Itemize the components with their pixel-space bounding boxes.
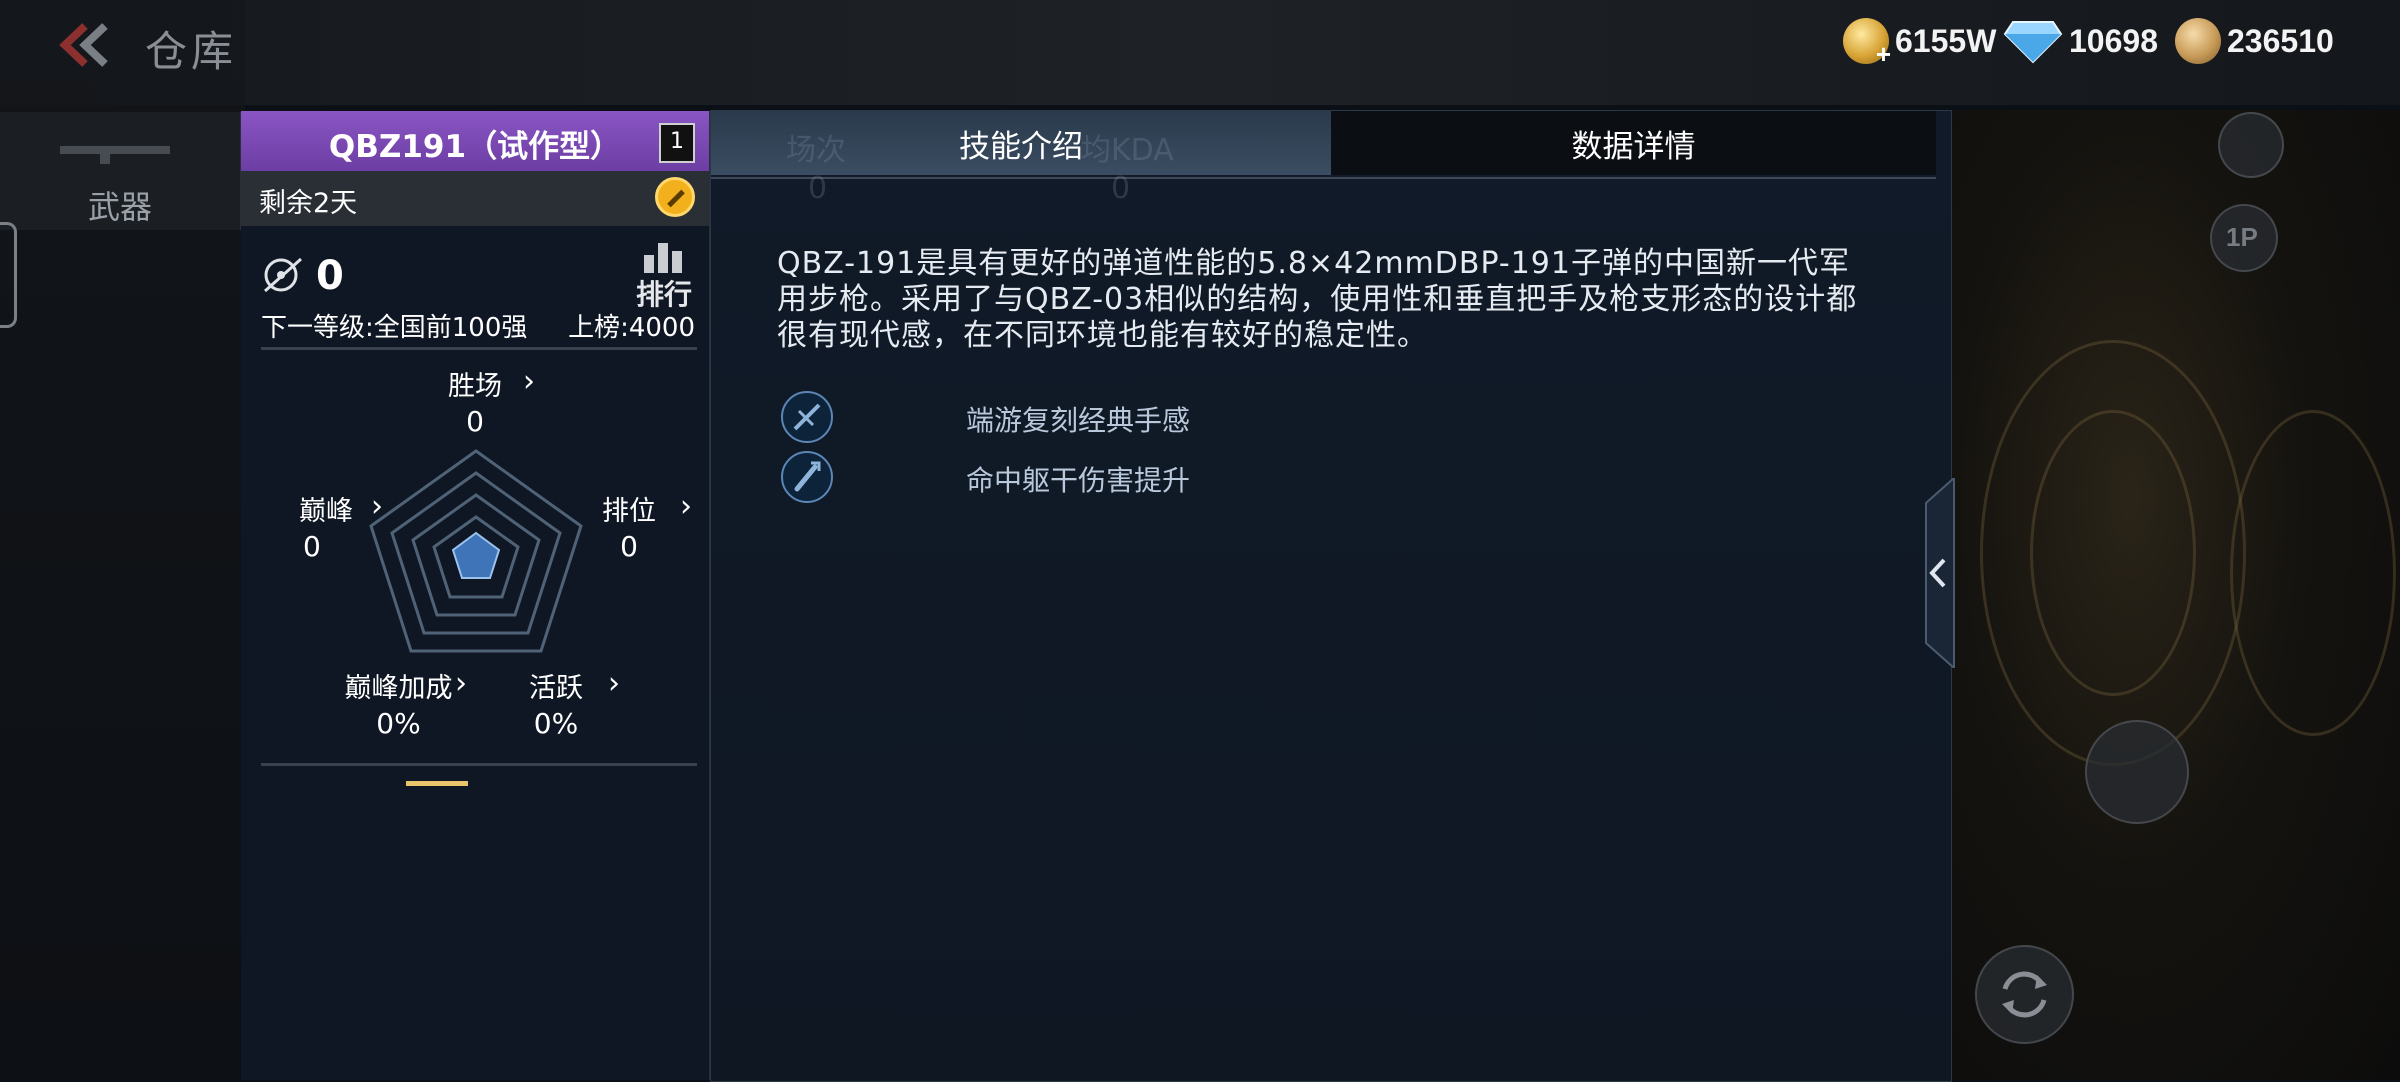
page-indicator <box>406 781 468 786</box>
ghost-stat-value: 0 <box>808 171 828 206</box>
ranking-button[interactable]: 排行 <box>636 243 692 311</box>
target-ring <box>2230 410 2396 736</box>
ranking-bars-icon <box>644 243 682 273</box>
weapon-name: QBZ191（试作型） <box>328 129 622 165</box>
tab-data-details[interactable]: 数据详情 <box>1331 111 1936 175</box>
weapon-info-panel: QBZ191（试作型） 1 剩余2天 0 排行 下一等级:全国前100强 上榜:… <box>241 111 710 1080</box>
bronze-amount: 236510 <box>2227 22 2334 59</box>
stat-ranked[interactable]: 排位 0 › <box>594 489 692 563</box>
chevron-right-icon: › <box>455 666 467 701</box>
bullet-skill-icon <box>781 451 833 503</box>
stat-value: 0 <box>466 405 484 438</box>
detail-panel: 技能介绍 数据详情 场次 0 均KDA 0 QBZ-191是具有更好的弹道性能的… <box>710 110 1952 1082</box>
stat-wins[interactable]: 胜场 0 › <box>441 364 535 438</box>
radar-chart <box>369 449 583 653</box>
remaining-time: 剩余2天 <box>259 188 358 219</box>
remaining-time-bar: 剩余2天 <box>241 171 709 226</box>
diamond-icon <box>2003 21 2063 64</box>
kill-count: 0 <box>316 253 344 299</box>
on-board-text: 上榜:4000 <box>568 313 695 343</box>
chevron-right-icon: › <box>680 489 692 524</box>
next-level-text: 下一等级:全国前100强 <box>261 313 528 343</box>
stat-peak[interactable]: 巅峰 0 › <box>291 489 383 563</box>
ghost-stat-label: 均KDA <box>1081 133 1174 168</box>
radar-value-shape <box>451 531 501 579</box>
medal-icon[interactable] <box>655 177 695 217</box>
skill-text: 端游复刻经典手感 <box>966 404 1191 437</box>
side-drawer-handle[interactable] <box>0 222 17 328</box>
back-button[interactable] <box>55 20 115 70</box>
stat-label: 活跃 <box>529 673 583 704</box>
stat-label: 巅峰加成 <box>344 673 453 704</box>
bronze-currency[interactable]: 236510 <box>2175 18 2334 64</box>
bronze-coin-icon <box>2175 18 2221 64</box>
kill-count-icon <box>264 257 302 293</box>
view-1p-button[interactable]: 1P <box>2210 204 2278 272</box>
skill-text: 命中躯干伤害提升 <box>966 464 1191 497</box>
stat-label: 巅峰 <box>299 496 353 527</box>
stat-value: 0% <box>533 707 579 740</box>
weapon-description: QBZ-191是具有更好的弹道性能的5.8×42mmDBP-191子弹的中国新一… <box>777 246 1858 353</box>
view-1p-icon: 1P <box>2226 222 2258 252</box>
weapon-header: QBZ191（试作型） 1 <box>241 111 709 171</box>
tab-bar: 技能介绍 数据详情 <box>711 111 1936 179</box>
collapse-panel-button[interactable] <box>1920 478 1956 668</box>
tab-label: 技能介绍 <box>959 128 1083 165</box>
sidebar-item-weapons[interactable]: 武器 <box>0 112 241 230</box>
page-title: 仓库 <box>145 27 238 76</box>
weapon-level-badge: 1 <box>659 123 695 163</box>
ghost-stat-value: 0 <box>1111 171 1131 206</box>
gold-currency[interactable]: 6155W <box>1843 18 1997 70</box>
switch-icon <box>2002 971 2047 1018</box>
stat-value: 0 <box>620 530 638 563</box>
gold-amount: 6155W <box>1895 22 1997 59</box>
stat-value: 0% <box>376 707 421 740</box>
divider <box>261 347 697 350</box>
divider <box>261 763 697 766</box>
stat-active[interactable]: 活跃 0% › <box>526 666 620 740</box>
scene-background <box>1950 110 2400 1080</box>
stat-peak-bonus[interactable]: 巅峰加成 0% › <box>341 666 468 740</box>
sidebar-item-label: 武器 <box>88 188 153 226</box>
rifle-skill-icon <box>781 391 833 443</box>
diamond-amount: 10698 <box>2069 22 2158 59</box>
settings-round-button[interactable] <box>2218 112 2284 178</box>
stat-value: 0 <box>303 530 321 563</box>
tab-label: 数据详情 <box>1571 128 1696 165</box>
diamond-currency[interactable]: 10698 <box>2003 18 2158 64</box>
stat-label: 胜场 <box>448 371 502 402</box>
ghost-stat-label: 场次 <box>786 133 846 168</box>
chevron-right-icon: › <box>608 666 620 701</box>
target-ring <box>2030 410 2196 696</box>
chevron-right-icon: › <box>523 364 535 399</box>
back-chevron-icon <box>59 23 108 67</box>
ammo-round-button[interactable] <box>2085 720 2189 824</box>
gold-coin-icon <box>1843 18 1891 70</box>
stat-label: 排位 <box>602 496 656 527</box>
switch-round-button[interactable] <box>1975 945 2074 1044</box>
rifle-icon <box>60 146 170 164</box>
